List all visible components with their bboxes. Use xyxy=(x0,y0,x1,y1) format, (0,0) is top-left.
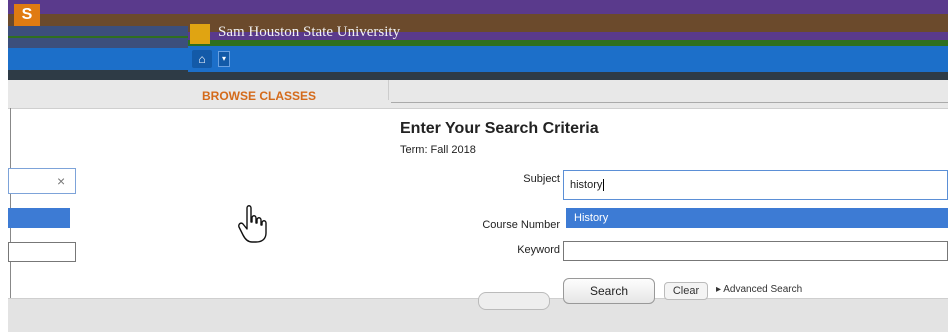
text-caret xyxy=(603,179,605,192)
subject-input-value: history xyxy=(570,179,603,191)
subject-label: Subject xyxy=(523,173,560,185)
university-logo-icon xyxy=(190,24,210,44)
university-name: Sam Houston State University xyxy=(218,24,401,40)
chevron-down-icon: ▾ xyxy=(221,54,226,63)
subject-input[interactable]: history xyxy=(563,170,948,200)
tab-label: BROWSE CLASSES xyxy=(202,89,317,103)
tab-browse-classes[interactable]: BROWSE CLASSES xyxy=(188,80,389,103)
pointer-hand-icon xyxy=(238,205,267,243)
background-search-button[interactable] xyxy=(478,292,550,310)
subject-option-history[interactable]: History xyxy=(566,208,948,228)
background-tab-bar xyxy=(8,80,948,109)
site-header: Sam Houston State University xyxy=(188,22,948,46)
clear-icon[interactable]: × xyxy=(57,173,65,189)
home-button[interactable]: ⌂ xyxy=(192,50,212,68)
nav-dropdown-button[interactable]: ▾ xyxy=(218,51,230,67)
term-label: Term: Fall 2018 xyxy=(400,144,476,156)
background-logo-icon: S xyxy=(14,4,40,26)
course-number-label: Course Number xyxy=(482,219,560,231)
clear-button[interactable]: Clear xyxy=(664,282,708,300)
search-button[interactable]: Search xyxy=(563,278,655,304)
page-title: Enter Your Search Criteria xyxy=(400,120,599,137)
main-nav-bar: ⌂ ▾ xyxy=(188,46,948,72)
home-icon: ⌂ xyxy=(198,52,206,66)
nav-subbar xyxy=(188,72,948,80)
background-subject-option[interactable] xyxy=(8,208,70,228)
keyword-input[interactable] xyxy=(563,241,948,261)
background-subject-input[interactable]: × xyxy=(8,168,76,194)
background-keyword-input[interactable] xyxy=(8,242,76,262)
advanced-search-link[interactable]: ▸ Advanced Search xyxy=(716,284,802,295)
keyword-label: Keyword xyxy=(517,244,560,256)
browser-frame: S × Sam Houston State University ⌂ ▾ BRO… xyxy=(8,0,948,332)
section-divider xyxy=(391,102,948,103)
